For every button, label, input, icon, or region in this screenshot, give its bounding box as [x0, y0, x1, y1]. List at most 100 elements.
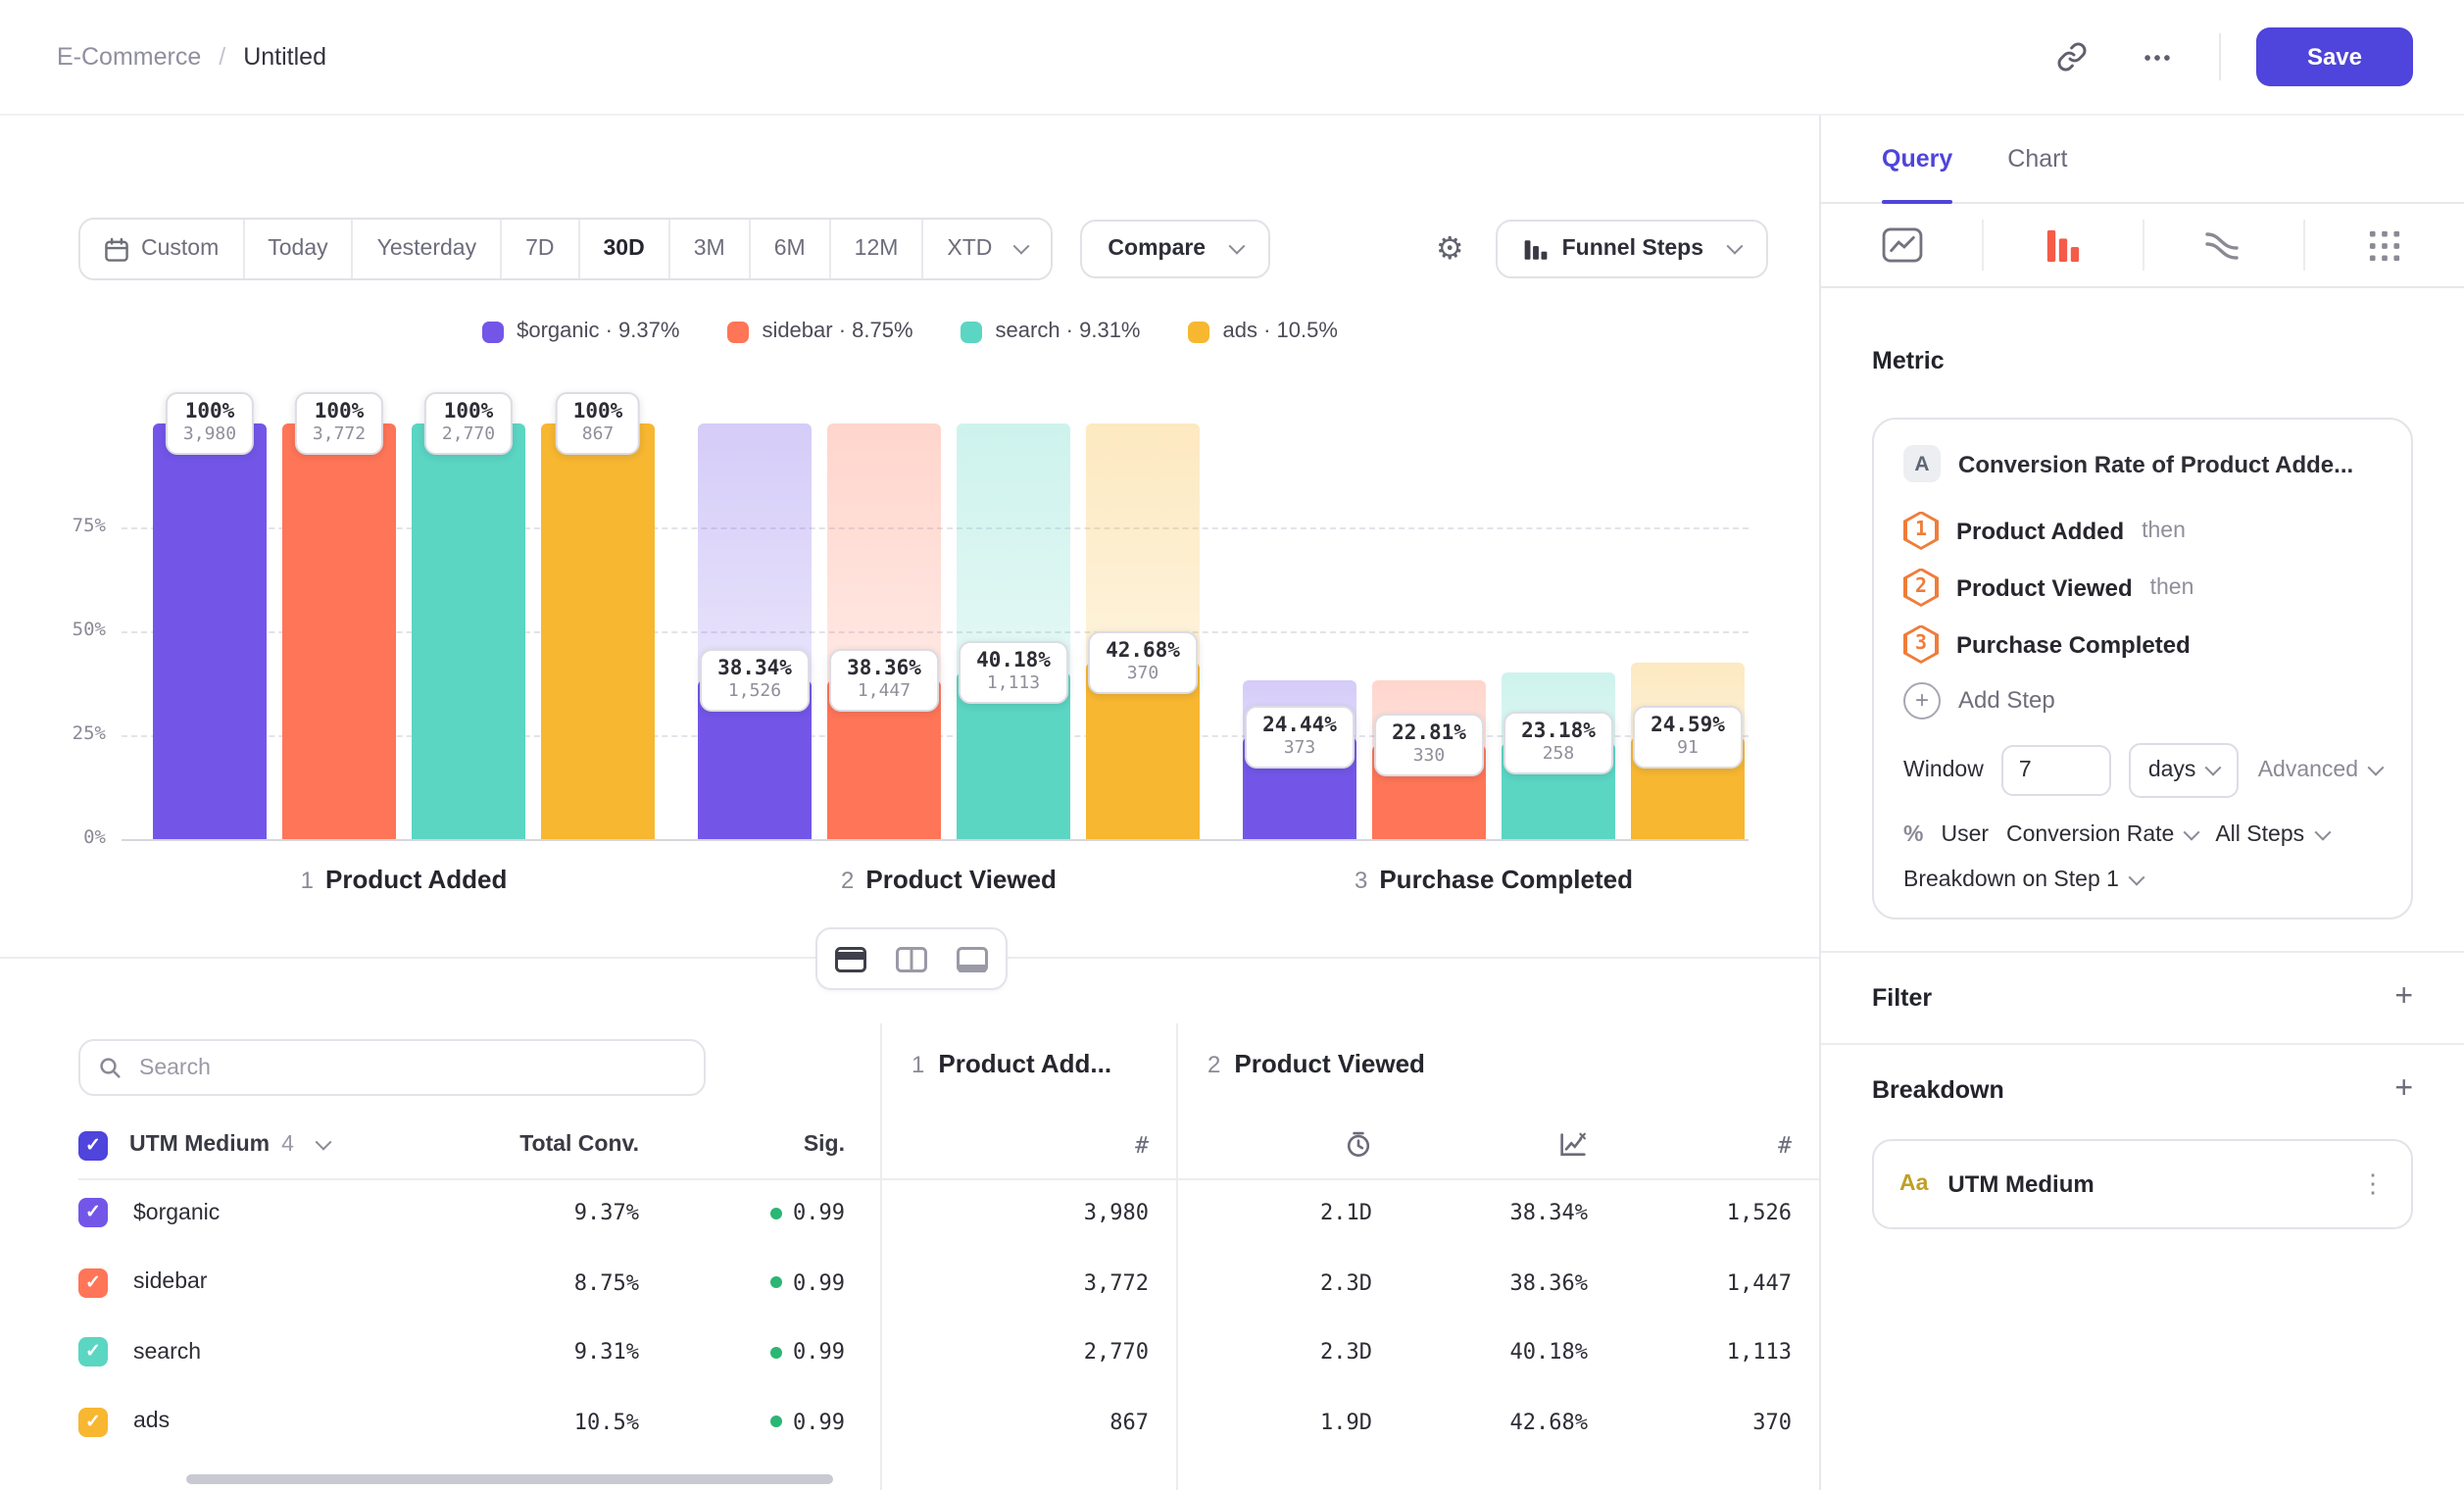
select-all-checkbox[interactable]: ✓ — [78, 1130, 108, 1160]
calendar-icon — [104, 236, 129, 262]
metric-step-2[interactable]: 2Product Viewedthen — [1903, 559, 2382, 616]
step-event-name[interactable]: Product Viewed — [1956, 573, 2133, 601]
layout-toggle — [815, 927, 1008, 990]
bar-value-label: 38.36%1,447 — [829, 648, 939, 711]
date-range-today[interactable]: Today — [242, 220, 351, 278]
advanced-dropdown[interactable]: Advanced — [2258, 759, 2382, 782]
count-metric-icon[interactable]: # — [1778, 1131, 1792, 1159]
share-link-icon[interactable] — [2046, 31, 2097, 82]
breakdown-on-step-dropdown[interactable]: Breakdown on Step 1 — [1903, 869, 2382, 892]
row-checkbox[interactable]: ✓ — [78, 1199, 108, 1228]
add-filter-button[interactable]: + — [2394, 982, 2413, 1014]
save-button[interactable]: Save — [2256, 27, 2413, 86]
flows-icon — [2203, 227, 2242, 263]
total-conv-value: 8.75% — [423, 1270, 639, 1296]
bar-value-label: 100%3,980 — [166, 392, 254, 455]
table-header-row: ✓ UTM Medium 4 Total Conv. Sig. # — [78, 1112, 1792, 1178]
funnel-bars-icon — [2044, 226, 2081, 264]
step-number-badge: 3 — [1903, 624, 1939, 664]
insights-chart-tab[interactable] — [1821, 204, 1982, 286]
legend-swatch — [726, 321, 748, 342]
table-row-sidebar[interactable]: ✓sidebar8.75%0.993,7722.3D38.36%1,447 — [78, 1248, 1792, 1317]
measure-unit-dropdown[interactable]: User — [1941, 823, 1989, 847]
table-row-organic[interactable]: ✓$organic9.37%0.993,9802.1D38.34%1,526 — [78, 1178, 1792, 1248]
table-row-search[interactable]: ✓search9.31%0.992,7702.3D40.18%1,113 — [78, 1317, 1792, 1387]
bar-value-label: 23.18%258 — [1503, 712, 1613, 774]
total-conv-header[interactable]: Total Conv. — [423, 1133, 639, 1157]
layout-bottom-panel-icon[interactable] — [945, 933, 1000, 984]
compare-button[interactable]: Compare — [1080, 220, 1270, 278]
step1-count: 3,980 — [880, 1201, 1149, 1226]
measure-metric-dropdown[interactable]: Conversion Rate — [2006, 823, 2197, 847]
layout-split-vertical-icon[interactable] — [884, 933, 939, 984]
window-unit-select[interactable]: days — [2129, 743, 2240, 798]
bar-value-label: 100%2,770 — [424, 392, 513, 455]
date-range-12m[interactable]: 12M — [829, 220, 922, 278]
date-range-yesterday[interactable]: Yesterday — [352, 220, 500, 278]
chevron-down-icon[interactable] — [315, 1134, 331, 1151]
window-value-input[interactable] — [2001, 745, 2111, 796]
metric-step-1[interactable]: 1Product Addedthen — [1903, 502, 2382, 559]
breakdown-heading: Breakdown — [1872, 1076, 2004, 1104]
legend-swatch — [1188, 321, 1209, 342]
item-menu-icon[interactable]: ⋮ — [2360, 1168, 2386, 1200]
date-range-3m[interactable]: 3M — [668, 220, 749, 278]
settings-gear-icon[interactable]: ⚙ — [1436, 233, 1464, 265]
chart-type-button[interactable]: Funnel Steps — [1496, 220, 1768, 278]
metric-title[interactable]: Conversion Rate of Product Adde... — [1958, 450, 2353, 477]
step-event-name[interactable]: Purchase Completed — [1956, 630, 2191, 658]
date-range-30d[interactable]: 30D — [578, 220, 668, 278]
row-checkbox[interactable]: ✓ — [78, 1268, 108, 1298]
step-connector: then — [2142, 519, 2186, 542]
bar-value-label: 22.81%330 — [1374, 713, 1484, 775]
breakdown-property-name: UTM Medium — [1947, 1170, 2094, 1198]
breakdown-section: Breakdown + — [1872, 1045, 2413, 1135]
count-metric-icon[interactable]: # — [1135, 1131, 1149, 1159]
table-step1-header: 1Product Add... — [912, 1049, 1111, 1078]
total-conv-value: 9.37% — [423, 1201, 639, 1226]
legend-label: search · 9.31% — [996, 320, 1141, 343]
legend-item-organic[interactable]: $organic · 9.37% — [481, 320, 679, 343]
row-label: $organic — [129, 1202, 423, 1225]
more-options-icon[interactable] — [2133, 31, 2184, 82]
measure-scope-dropdown[interactable]: All Steps — [2215, 823, 2328, 847]
avg-time-metric-icon[interactable] — [1176, 1131, 1372, 1159]
metric-step-3[interactable]: 3 Purchase Completed — [1903, 616, 2382, 672]
legend-item-ads[interactable]: ads · 10.5% — [1188, 320, 1338, 343]
tab-chart[interactable]: Chart — [2007, 116, 2067, 202]
layout-split-horizontal-icon[interactable] — [823, 933, 878, 984]
conversion-graph-icon[interactable] — [1372, 1131, 1588, 1159]
breadcrumb-report-name[interactable]: Untitled — [243, 43, 326, 71]
table-row-ads[interactable]: ✓ads10.5%0.998671.9D42.68%370 — [78, 1387, 1792, 1457]
step-event-name[interactable]: Product Added — [1956, 517, 2124, 544]
horizontal-scrollbar[interactable] — [186, 1474, 833, 1484]
date-range-xtd[interactable]: XTD — [921, 220, 1051, 278]
step2-count: 1,113 — [1588, 1340, 1792, 1366]
funnel-bar-search-step1[interactable] — [412, 423, 525, 839]
funnel-bar-ads-step1[interactable] — [541, 423, 655, 839]
legend-item-sidebar[interactable]: sidebar · 8.75% — [726, 320, 912, 343]
date-range-6m[interactable]: 6M — [749, 220, 829, 278]
y-axis-tick: 50% — [0, 620, 106, 641]
add-breakdown-button[interactable]: + — [2394, 1074, 2413, 1106]
row-checkbox[interactable]: ✓ — [78, 1408, 108, 1437]
date-range-7d[interactable]: 7D — [500, 220, 577, 278]
funnel-chart-tab[interactable] — [1982, 204, 2143, 286]
step1-count: 2,770 — [880, 1340, 1149, 1366]
breakdown-item-utm-medium[interactable]: AaUTM Medium⋮ — [1872, 1139, 2413, 1229]
table-step2-header: 2Product Viewed — [1207, 1049, 1425, 1078]
row-checkbox[interactable]: ✓ — [78, 1338, 108, 1367]
funnel-bar-sidebar-step1[interactable] — [282, 423, 396, 839]
add-step-button[interactable]: + Add Step — [1903, 672, 2382, 727]
metrics-grid-tab[interactable] — [2303, 204, 2464, 286]
breakdown-column-header[interactable]: UTM Medium — [129, 1133, 270, 1157]
step2-count: 1,526 — [1588, 1201, 1792, 1226]
flows-chart-tab[interactable] — [2143, 204, 2303, 286]
legend-item-search[interactable]: search · 9.31% — [961, 320, 1141, 343]
tab-query[interactable]: Query — [1882, 116, 1952, 202]
search-input[interactable] — [135, 1054, 686, 1081]
sig-header[interactable]: Sig. — [639, 1133, 845, 1157]
breadcrumb-project[interactable]: E-Commerce — [57, 43, 201, 71]
date-range-custom[interactable]: Custom — [80, 220, 242, 278]
funnel-bar-organic-step1[interactable] — [153, 423, 267, 839]
